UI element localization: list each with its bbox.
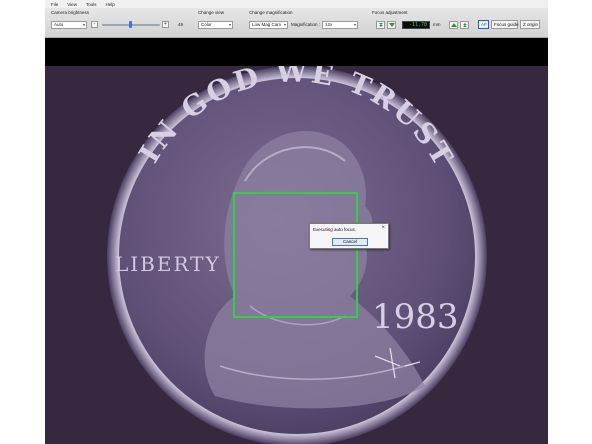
view-select[interactable]: Color ▾ (198, 21, 233, 29)
focus-adjustment-label: Focus adjustment (372, 10, 408, 15)
coin-liberty: LIBERTY (115, 252, 221, 276)
magnification-label: Magnification : (291, 22, 321, 27)
menu-view[interactable]: View (67, 2, 77, 7)
camera-select[interactable]: Low Mag Cam ▾ (249, 21, 288, 29)
camera-brightness-label: Camera brightness (51, 10, 90, 15)
menu-file[interactable]: File (51, 2, 58, 7)
chevron-down-icon: ▾ (283, 22, 286, 27)
focus-down-fast-button[interactable] (376, 21, 385, 29)
brightness-mode-value: Auto (54, 22, 64, 27)
toolbar: Camera brightness Auto ▾ - + 49 Change v… (45, 8, 548, 38)
change-view-label: Change view (198, 10, 225, 15)
focus-up-fast-button[interactable] (460, 21, 469, 29)
autofocus-dialog: Executing auto focus. × Cancel (309, 223, 389, 249)
magnification-value: 12x (325, 22, 333, 27)
camera-value: Low Mag Cam (252, 22, 282, 27)
cancel-button[interactable]: Cancel (332, 238, 368, 246)
chevron-down-icon: ▾ (82, 22, 85, 27)
focus-unit: mm (433, 22, 441, 27)
focus-guide-button[interactable]: Focus guide (491, 20, 519, 29)
autofocus-region (233, 192, 358, 318)
brightness-slider-thumb[interactable] (128, 21, 132, 28)
arrow-down-icon (388, 23, 395, 27)
double-arrow-up-icon (462, 23, 467, 27)
chevron-down-icon: ▾ (228, 22, 231, 27)
focus-up-button[interactable] (449, 21, 458, 29)
chevron-down-icon: ▾ (353, 22, 356, 27)
magnification-select[interactable]: 12x ▾ (322, 21, 358, 29)
coin-year: 1983 (372, 297, 459, 337)
camera-viewport[interactable]: IN GOD WE TRUST LIBERTY 1983 Executing a… (45, 66, 548, 444)
brightness-value: 49 (178, 22, 184, 27)
dialog-message: Executing auto focus. (313, 227, 357, 232)
focus-down-button[interactable] (387, 21, 396, 29)
menu-help[interactable]: Help (105, 2, 114, 7)
change-magnification-label: Change magnification (249, 10, 293, 15)
double-arrow-down-icon (378, 23, 383, 27)
close-icon[interactable]: × (381, 225, 385, 231)
focus-value-display: -11.70 (402, 21, 430, 29)
image-top-bar (45, 38, 548, 66)
view-value: Color (201, 22, 212, 27)
brightness-mode-select[interactable]: Auto ▾ (51, 21, 87, 29)
arrow-up-icon (450, 23, 457, 27)
z-origin-button[interactable]: Z origin (520, 20, 540, 29)
brightness-increase-button[interactable]: + (162, 21, 169, 28)
menu-bar: File View Tools Help (45, 0, 548, 8)
auto-focus-button[interactable]: AF (478, 20, 489, 29)
brightness-decrease-button[interactable]: - (91, 21, 98, 28)
menu-tools[interactable]: Tools (86, 2, 97, 7)
